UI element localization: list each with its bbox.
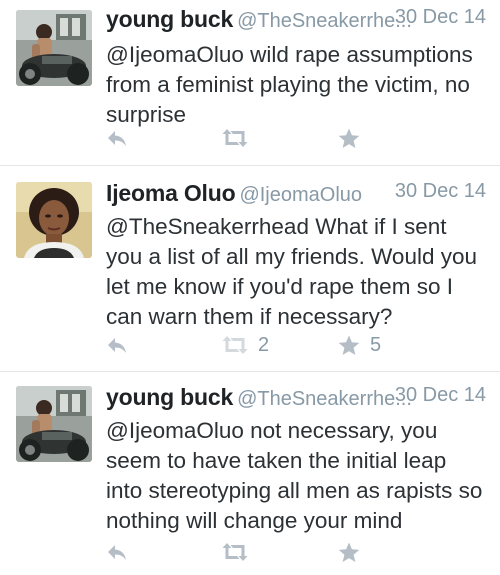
avatar[interactable] bbox=[16, 386, 92, 462]
user-handle[interactable]: @TheSneakerrhe bbox=[237, 10, 395, 33]
tweet-header: young buck @TheSneakerrhe... 30 Dec 14 bbox=[106, 384, 486, 416]
motorcycle-photo-avatar-icon bbox=[16, 10, 92, 86]
display-name[interactable]: young buck bbox=[106, 384, 233, 410]
favorite-count: 5 bbox=[370, 333, 382, 356]
favorite-button[interactable] bbox=[338, 125, 370, 151]
tweet[interactable]: young buck @TheSneakerrhe... 30 Dec 14 @I… bbox=[0, 0, 500, 166]
tweet-header: Ijeoma Oluo @IjeomaOluo 30 Dec 14 bbox=[106, 180, 486, 212]
tweet[interactable]: young buck @TheSneakerrhe... 30 Dec 14 @I… bbox=[0, 372, 500, 575]
tweet-actions bbox=[106, 539, 386, 565]
favorite-button[interactable]: 5 bbox=[338, 332, 381, 358]
tweet-timeline: young buck @TheSneakerrhe... 30 Dec 14 @I… bbox=[0, 0, 500, 575]
reply-button[interactable] bbox=[106, 125, 128, 151]
avatar[interactable] bbox=[16, 10, 92, 86]
tweet[interactable]: Ijeoma Oluo @IjeomaOluo 30 Dec 14 @TheSne… bbox=[0, 166, 500, 372]
motorcycle-photo-avatar-icon bbox=[16, 386, 92, 462]
timestamp[interactable]: 30 Dec 14 bbox=[395, 6, 486, 29]
retweet-button[interactable] bbox=[222, 125, 258, 151]
tweet-actions bbox=[106, 125, 386, 151]
tweet-text: @TheSneakerrhead What if I sent you a li… bbox=[106, 214, 477, 329]
retweet-button[interactable] bbox=[222, 539, 258, 565]
retweet-icon bbox=[222, 336, 248, 354]
retweet-icon bbox=[222, 129, 248, 147]
timestamp[interactable]: 30 Dec 14 bbox=[395, 180, 486, 203]
star-icon bbox=[338, 542, 360, 562]
star-icon bbox=[338, 128, 360, 148]
tweet-text: @IjeomaOluo wild rape assumptions from a… bbox=[106, 42, 473, 127]
tweet-header: young buck @TheSneakerrhe... 30 Dec 14 bbox=[106, 6, 486, 38]
user-handle[interactable]: @IjeomaOluo bbox=[239, 184, 362, 207]
reply-icon bbox=[108, 545, 126, 560]
star-icon bbox=[338, 335, 360, 355]
display-name[interactable]: Ijeoma Oluo bbox=[106, 180, 236, 206]
favorite-button[interactable] bbox=[338, 539, 370, 565]
reply-icon bbox=[108, 338, 126, 353]
avatar[interactable] bbox=[16, 182, 92, 258]
retweet-button[interactable]: 2 bbox=[222, 332, 269, 358]
reply-button[interactable] bbox=[106, 539, 128, 565]
tweet-actions: 2 5 bbox=[106, 332, 386, 358]
retweet-count: 2 bbox=[258, 333, 270, 356]
tweet-text: @IjeomaOluo not necessary, you seem to h… bbox=[106, 418, 483, 533]
timestamp[interactable]: 30 Dec 14 bbox=[395, 384, 486, 407]
display-name[interactable]: young buck bbox=[106, 6, 233, 32]
reply-button[interactable] bbox=[106, 332, 128, 358]
user-handle[interactable]: @TheSneakerrhe bbox=[237, 388, 395, 411]
woman-portrait-avatar-icon bbox=[16, 182, 92, 258]
retweet-icon bbox=[222, 543, 248, 561]
reply-icon bbox=[108, 131, 126, 146]
